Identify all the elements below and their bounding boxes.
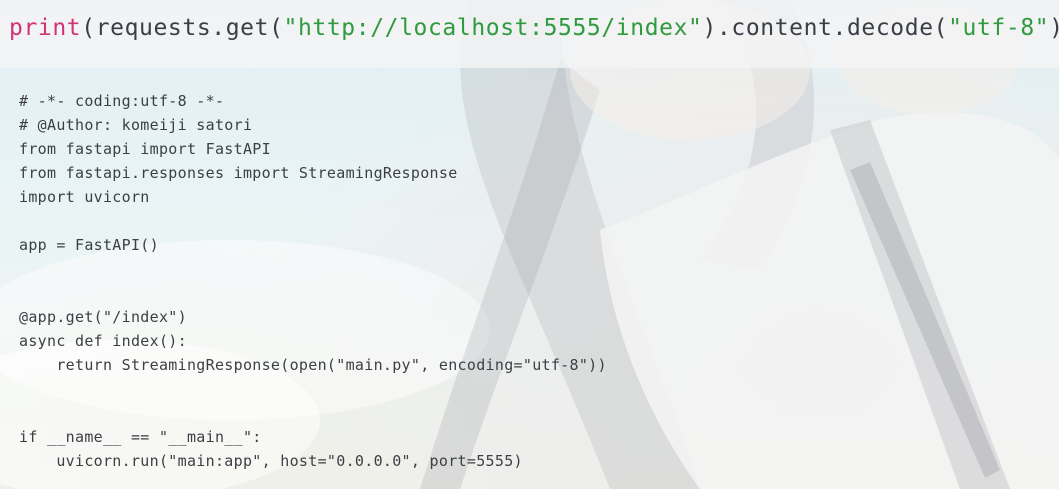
print-function-token: print bbox=[9, 15, 82, 41]
code-line: # -*- coding:utf-8 -*- bbox=[19, 92, 225, 110]
source-code-block: # -*- coding:utf-8 -*- # @Author: komeiji… bbox=[0, 68, 1059, 489]
decode-call-token: ).content.decode( bbox=[702, 15, 949, 41]
code-line: uvicorn.run("main:app", host="0.0.0.0", … bbox=[19, 452, 523, 470]
code-line: app = FastAPI() bbox=[19, 236, 159, 254]
closing-parens-token: )) bbox=[1049, 15, 1059, 41]
code-line: @app.get("/index") bbox=[19, 308, 187, 326]
code-line: from fastapi import FastAPI bbox=[19, 140, 271, 158]
requests-get-token: (requests.get( bbox=[81, 15, 284, 41]
code-line: if __name__ == "__main__": bbox=[19, 428, 262, 446]
code-line: # @Author: komeiji satori bbox=[19, 116, 253, 134]
url-string-token: "http://localhost:5555/index" bbox=[283, 15, 703, 41]
encoding-string-token: "utf-8" bbox=[948, 15, 1050, 41]
code-line: return StreamingResponse(open("main.py",… bbox=[19, 356, 607, 374]
request-code-line: print(requests.get("http://localhost:555… bbox=[0, 0, 1059, 68]
code-line: from fastapi.responses import StreamingR… bbox=[19, 164, 458, 182]
code-line: import uvicorn bbox=[19, 188, 150, 206]
code-line: async def index(): bbox=[19, 332, 187, 350]
